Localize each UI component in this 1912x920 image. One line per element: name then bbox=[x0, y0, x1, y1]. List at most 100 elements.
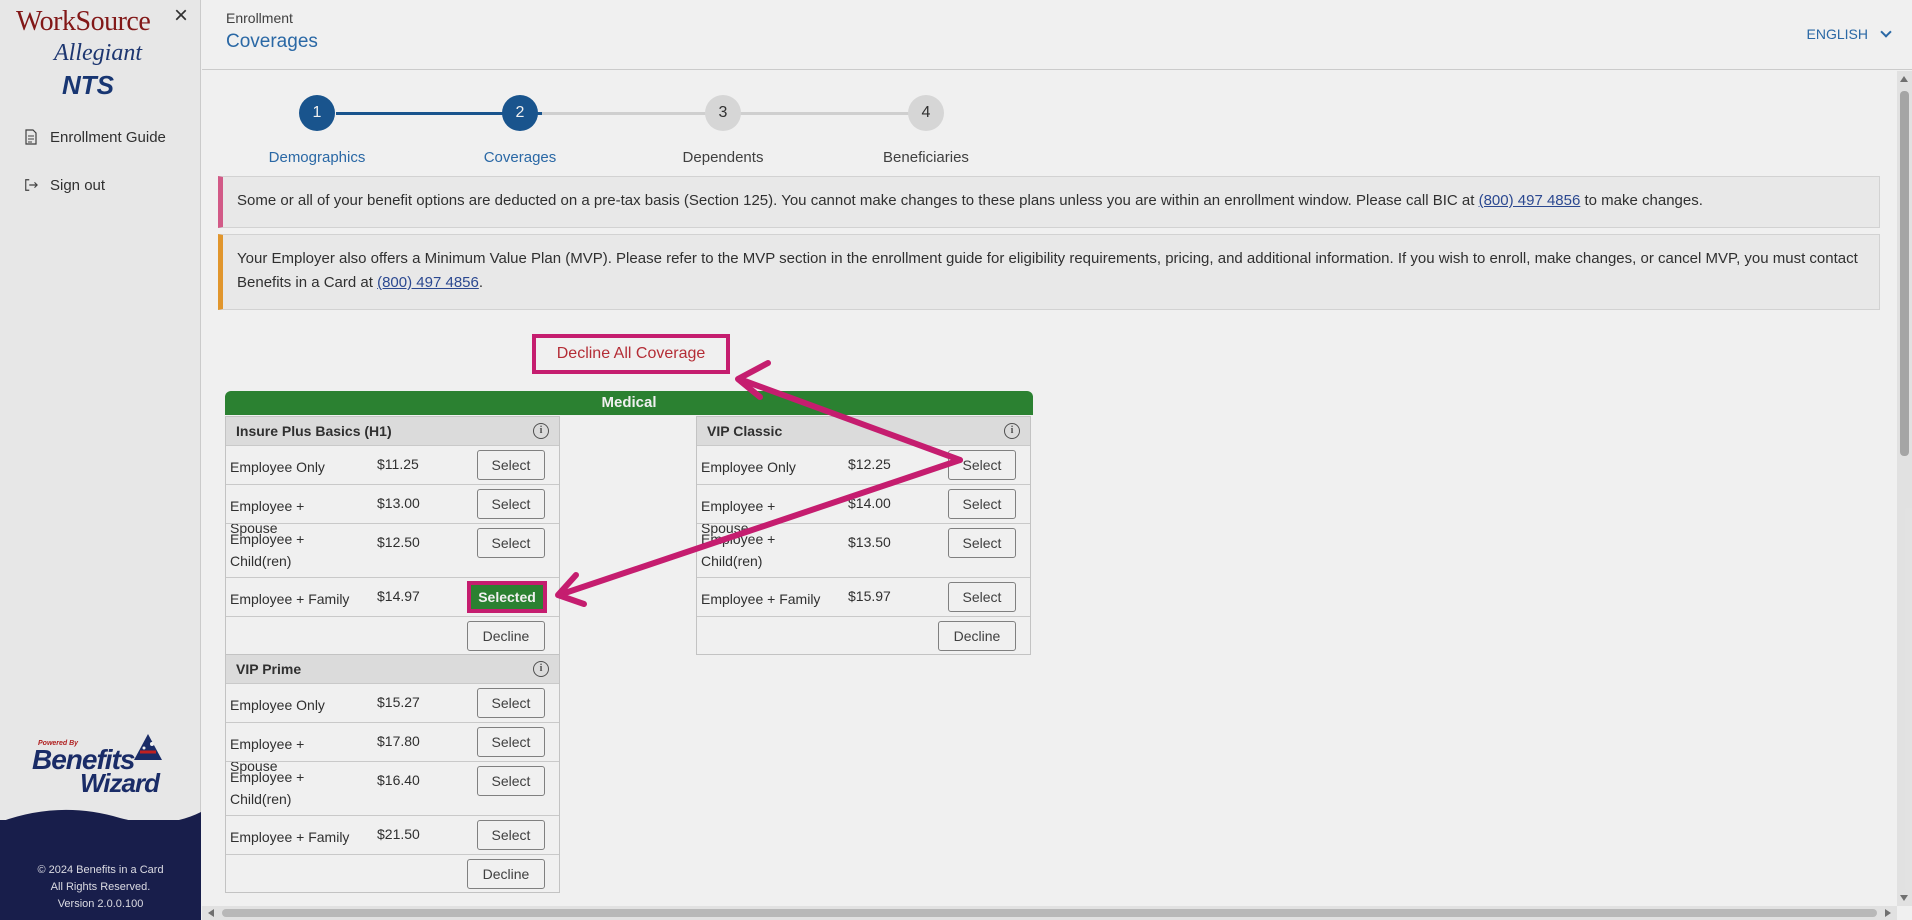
sidebar-item-enrollment-guide[interactable]: Enrollment Guide bbox=[24, 125, 166, 149]
plan-header: VIP Prime i bbox=[226, 655, 559, 683]
close-icon[interactable]: × bbox=[174, 4, 188, 28]
chevron-down-icon bbox=[1880, 26, 1892, 38]
decline-all-coverage-button[interactable]: Decline All Coverage bbox=[532, 334, 730, 374]
select-button[interactable]: Select bbox=[477, 528, 545, 558]
info-icon[interactable]: i bbox=[1004, 423, 1020, 439]
tier-row: Employee + Child(ren) $13.50 Select bbox=[697, 523, 1030, 577]
decline-row: Decline bbox=[697, 616, 1030, 654]
scrollbar-thumb[interactable] bbox=[222, 909, 1877, 917]
tier-name: Employee + Family bbox=[701, 591, 821, 607]
sidebar-footer: © 2024 Benefits in a Card All Rights Res… bbox=[0, 820, 201, 920]
tier-price: $15.97 bbox=[848, 588, 891, 604]
vertical-scrollbar[interactable] bbox=[1897, 71, 1912, 906]
tier-price: $14.97 bbox=[377, 588, 420, 604]
page-header: Enrollment Coverages ENGLISH bbox=[202, 0, 1912, 70]
tier-name: Employee + Child(ren) bbox=[230, 769, 305, 807]
pretax-alert-tail: to make changes. bbox=[1584, 192, 1703, 209]
mvp-phone-link[interactable]: (800) 497 4856 bbox=[377, 274, 479, 291]
selected-button[interactable]: Selected bbox=[467, 581, 547, 613]
pretax-alert-text: Some or all of your benefit options are … bbox=[237, 192, 1475, 209]
info-icon[interactable]: i bbox=[533, 423, 549, 439]
language-selector[interactable]: ENGLISH bbox=[1806, 26, 1892, 42]
select-button[interactable]: Select bbox=[948, 528, 1016, 558]
mvp-alert-tail: . bbox=[478, 274, 484, 291]
decline-button[interactable]: Decline bbox=[467, 621, 545, 651]
select-button[interactable]: Select bbox=[477, 688, 545, 718]
step-number: 4 bbox=[908, 95, 944, 131]
tier-row: Employee + Child(ren) $12.50 Select bbox=[226, 523, 559, 577]
plan-insure-plus-basics: Insure Plus Basics (H1) i Employee Only … bbox=[225, 416, 560, 655]
tier-row: Employee + Child(ren) $16.40 Select bbox=[226, 761, 559, 815]
sidebar-item-label: Enrollment Guide bbox=[50, 128, 166, 146]
select-button[interactable]: Select bbox=[477, 820, 545, 850]
scroll-left-arrow-icon[interactable] bbox=[208, 909, 214, 917]
select-button[interactable]: Select bbox=[477, 489, 545, 519]
nts-logo: NTS bbox=[62, 70, 114, 100]
pretax-alert: Some or all of your benefit options are … bbox=[218, 176, 1880, 228]
plan-name: VIP Prime bbox=[236, 661, 302, 677]
scroll-up-arrow-icon[interactable] bbox=[1900, 76, 1908, 82]
language-label: ENGLISH bbox=[1806, 26, 1868, 42]
company-logos: WorkSource × Allegiant NTS bbox=[0, 0, 201, 110]
step-label: Coverages bbox=[483, 149, 557, 166]
select-button[interactable]: Select bbox=[948, 489, 1016, 519]
step-number: 3 bbox=[705, 95, 741, 131]
tier-name: Employee Only bbox=[230, 697, 325, 713]
plan-vip-prime: VIP Prime i Employee Only $15.27 Select … bbox=[225, 654, 560, 893]
worksource-logo: WorkSource bbox=[16, 6, 151, 37]
scroll-right-arrow-icon[interactable] bbox=[1885, 909, 1891, 917]
wizard-hat-icon bbox=[134, 734, 162, 760]
tier-price: $13.50 bbox=[848, 534, 891, 550]
tier-name: Employee Only bbox=[230, 459, 325, 475]
rights-text: All Rights Reserved. bbox=[50, 881, 151, 893]
scroll-down-arrow-icon[interactable] bbox=[1900, 895, 1908, 901]
tier-row: Employee + Spouse $13.00 Select bbox=[226, 484, 559, 536]
step-beneficiaries[interactable]: 4 Beneficiaries bbox=[851, 95, 1001, 166]
select-button[interactable]: Select bbox=[477, 450, 545, 480]
select-button[interactable]: Select bbox=[948, 582, 1016, 612]
step-label: Beneficiaries bbox=[883, 149, 969, 166]
tier-price: $16.40 bbox=[377, 772, 420, 788]
sidebar-item-sign-out[interactable]: Sign out bbox=[24, 173, 105, 197]
tier-row: Employee + Family $15.97 Select bbox=[697, 577, 1030, 616]
mvp-alert: Your Employer also offers a Minimum Valu… bbox=[218, 234, 1880, 310]
scrollbar-thumb[interactable] bbox=[1900, 91, 1909, 456]
enrollment-stepper: 1 Demographics 2 Coverages 3 Dependents … bbox=[242, 95, 1002, 175]
decline-button[interactable]: Decline bbox=[467, 859, 545, 889]
decline-row: Decline bbox=[226, 616, 559, 654]
horizontal-scrollbar[interactable] bbox=[202, 906, 1897, 920]
select-button[interactable]: Select bbox=[948, 450, 1016, 480]
select-button[interactable]: Select bbox=[477, 727, 545, 757]
step-demographics[interactable]: 1 Demographics bbox=[242, 95, 392, 166]
tier-name: Employee Only bbox=[701, 459, 796, 475]
plan-header: VIP Classic i bbox=[697, 417, 1030, 445]
sidebar: WorkSource × Allegiant NTS Enrollment Gu… bbox=[0, 0, 201, 920]
step-number: 1 bbox=[299, 95, 335, 131]
tier-price: $12.50 bbox=[377, 534, 420, 550]
plan-vip-classic: VIP Classic i Employee Only $12.25 Selec… bbox=[696, 416, 1031, 655]
decline-button[interactable]: Decline bbox=[938, 621, 1016, 651]
step-coverages[interactable]: 2 Coverages bbox=[445, 95, 595, 166]
tier-price: $12.25 bbox=[848, 456, 891, 472]
tier-price: $14.00 bbox=[848, 495, 891, 511]
plan-name: VIP Classic bbox=[707, 423, 783, 439]
select-button[interactable]: Select bbox=[477, 766, 545, 796]
decline-row: Decline bbox=[226, 854, 559, 892]
sidebar-item-label: Sign out bbox=[50, 176, 106, 194]
pretax-phone-link[interactable]: (800) 497 4856 bbox=[1479, 192, 1581, 209]
info-icon[interactable]: i bbox=[533, 661, 549, 677]
step-label: Demographics bbox=[268, 149, 366, 166]
tier-price: $21.50 bbox=[377, 826, 420, 842]
tier-row: Employee + Family $21.50 Select bbox=[226, 815, 559, 854]
step-number: 2 bbox=[502, 95, 538, 131]
tier-price: $13.00 bbox=[377, 495, 420, 511]
tier-row: Employee Only $12.25 Select bbox=[697, 445, 1030, 484]
tier-name: Employee + Child(ren) bbox=[701, 531, 776, 569]
medical-section-header: Medical bbox=[225, 391, 1033, 415]
tier-row: Employee + Spouse $17.80 Select bbox=[226, 722, 559, 774]
document-icon bbox=[25, 129, 37, 145]
step-dependents[interactable]: 3 Dependents bbox=[648, 95, 798, 166]
sign-out-icon bbox=[25, 179, 38, 191]
breadcrumb: Enrollment bbox=[226, 10, 293, 26]
tier-row: Employee Only $11.25 Select bbox=[226, 445, 559, 484]
